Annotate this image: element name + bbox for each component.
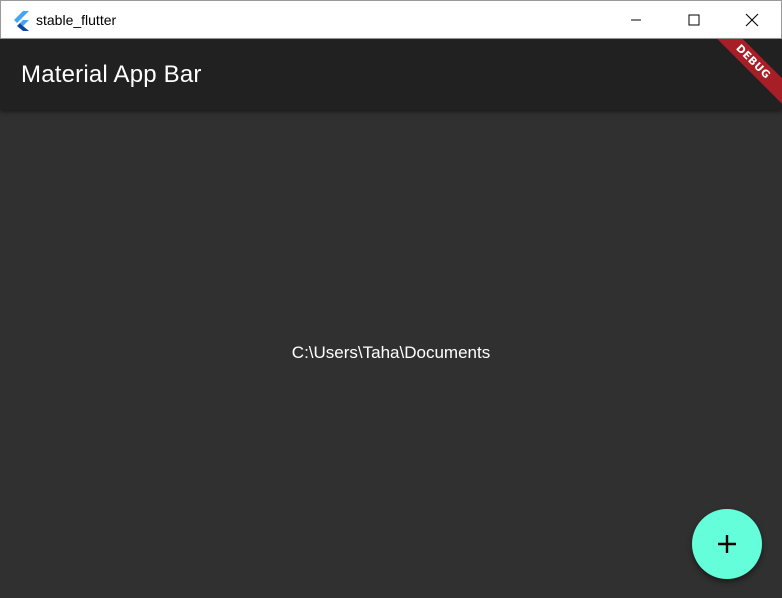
maximize-button[interactable]: [665, 1, 723, 38]
flutter-logo-icon: [12, 11, 30, 31]
minimize-button[interactable]: [607, 1, 665, 38]
window-title-bar[interactable]: stable_flutter: [0, 0, 782, 39]
add-fab-button[interactable]: [692, 509, 762, 579]
window-controls: [607, 1, 781, 38]
app-bar: Material App Bar: [0, 39, 782, 110]
minimize-icon: [631, 19, 641, 20]
main-body: C:\Users\Taha\Documents: [0, 110, 782, 598]
path-text: C:\Users\Taha\Documents: [291, 343, 491, 362]
app-bar-title: Material App Bar: [21, 61, 202, 88]
close-button[interactable]: [723, 1, 781, 38]
window-title: stable_flutter: [36, 12, 117, 28]
plus-icon: [718, 535, 736, 553]
maximize-icon: [688, 14, 700, 25]
close-icon: [745, 13, 759, 26]
